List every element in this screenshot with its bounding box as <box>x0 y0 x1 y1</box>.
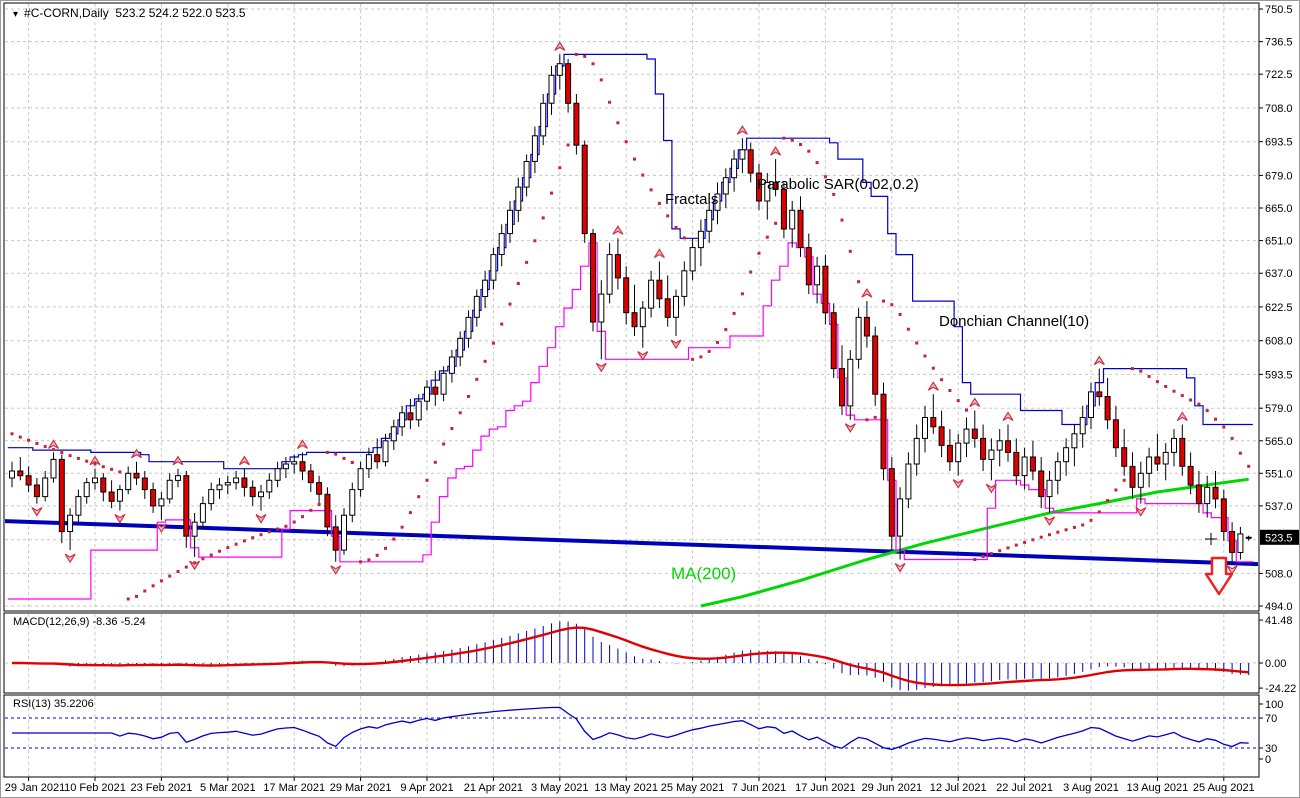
axis-label: 100 <box>1265 699 1283 711</box>
date-axis-label: 5 Mar 2021 <box>200 782 256 794</box>
axis-label: 608.0 <box>1265 336 1293 348</box>
donchian-channel-indicator-label: Donchian Channel(10) <box>939 313 1089 330</box>
date-axis-label: 9 Apr 2021 <box>400 782 453 794</box>
date-axis-label: 29 Jun 2021 <box>862 782 923 794</box>
parabolic-sar-indicator-label: Parabolic SAR(0.02,0.2) <box>757 176 919 193</box>
date-axis-label: 17 Mar 2021 <box>263 782 325 794</box>
date-axis-label: 23 Feb 2021 <box>131 782 193 794</box>
date-axis-label: 25 Aug 2021 <box>1193 782 1255 794</box>
date-axis-label: 3 Aug 2021 <box>1063 782 1119 794</box>
axis-label: 579.0 <box>1265 403 1293 415</box>
axis-label: 551.0 <box>1265 468 1293 480</box>
date-axis-label: 10 Feb 2021 <box>64 782 126 794</box>
date-axis-label: 22 Jul 2021 <box>996 782 1053 794</box>
rsi-panel-label: RSI(13) 35.2206 <box>13 698 94 710</box>
axis-label: 41.48 <box>1265 615 1293 627</box>
chevron-down-icon[interactable]: ▾ <box>13 9 18 20</box>
axis-label: 0 <box>1265 754 1271 766</box>
date-axis-label: 13 Aug 2021 <box>1127 782 1189 794</box>
axis-label: 565.0 <box>1265 436 1293 448</box>
date-axis-label: 7 Jun 2021 <box>732 782 786 794</box>
axis-label: 736.5 <box>1265 37 1293 49</box>
date-axis-label: 29 Mar 2021 <box>330 782 392 794</box>
axis-label: 0.00 <box>1265 658 1286 670</box>
axis-label: 679.0 <box>1265 170 1293 182</box>
axis-label: 637.0 <box>1265 268 1293 280</box>
fractals-indicator-label: Fractals <box>665 191 718 208</box>
axis-label: 593.5 <box>1265 369 1293 381</box>
axis-label: 508.0 <box>1265 568 1293 580</box>
axis-label: 722.5 <box>1265 69 1293 81</box>
axis-label: 693.5 <box>1265 137 1293 149</box>
date-axis-label: 29 Jan 2021 <box>5 782 66 794</box>
date-axis-label: 17 Jun 2021 <box>795 782 856 794</box>
date-axis-label: 21 Apr 2021 <box>464 782 523 794</box>
axis-label: 70 <box>1265 713 1277 725</box>
rsi-panel <box>4 695 1259 777</box>
macd-panel <box>4 613 1259 693</box>
axis-label: 651.0 <box>1265 236 1293 248</box>
axis-label: 665.0 <box>1265 203 1293 215</box>
axis-label: 708.0 <box>1265 103 1293 115</box>
date-axis-label: 13 May 2021 <box>594 782 658 794</box>
date-axis-label: 3 May 2021 <box>531 782 588 794</box>
ma200-indicator-label: MA(200) <box>671 564 736 584</box>
chart-title: ▾ #C-CORN,Daily 523.2 524.2 522.0 523.5 <box>13 6 246 20</box>
axis-label: 494.0 <box>1265 601 1293 613</box>
ohlc-quotes: 523.2 524.2 522.0 523.5 <box>115 6 245 20</box>
axis-label: -24.22 <box>1265 683 1296 695</box>
axis-label: 622.5 <box>1265 302 1293 314</box>
axis-label: 750.5 <box>1265 4 1293 16</box>
symbol-period-label: #C-CORN,Daily <box>24 6 109 20</box>
trading-chart-window: 750.5 736.5 722.5 708.0 693.5 679.0 665.0 651.0… <box>0 0 1300 798</box>
chart-canvas[interactable]: 750.5 736.5 722.5 708.0 693.5 679.0 665.0 651.0… <box>1 1 1300 798</box>
axis-label: 537.0 <box>1265 501 1293 513</box>
axis-label: 523.5 <box>1265 532 1293 544</box>
date-axis-label: 25 May 2021 <box>661 782 725 794</box>
date-axis-label: 12 Jul 2021 <box>930 782 987 794</box>
macd-panel-label: MACD(12,26,9) -8.36 -5.24 <box>13 616 146 628</box>
